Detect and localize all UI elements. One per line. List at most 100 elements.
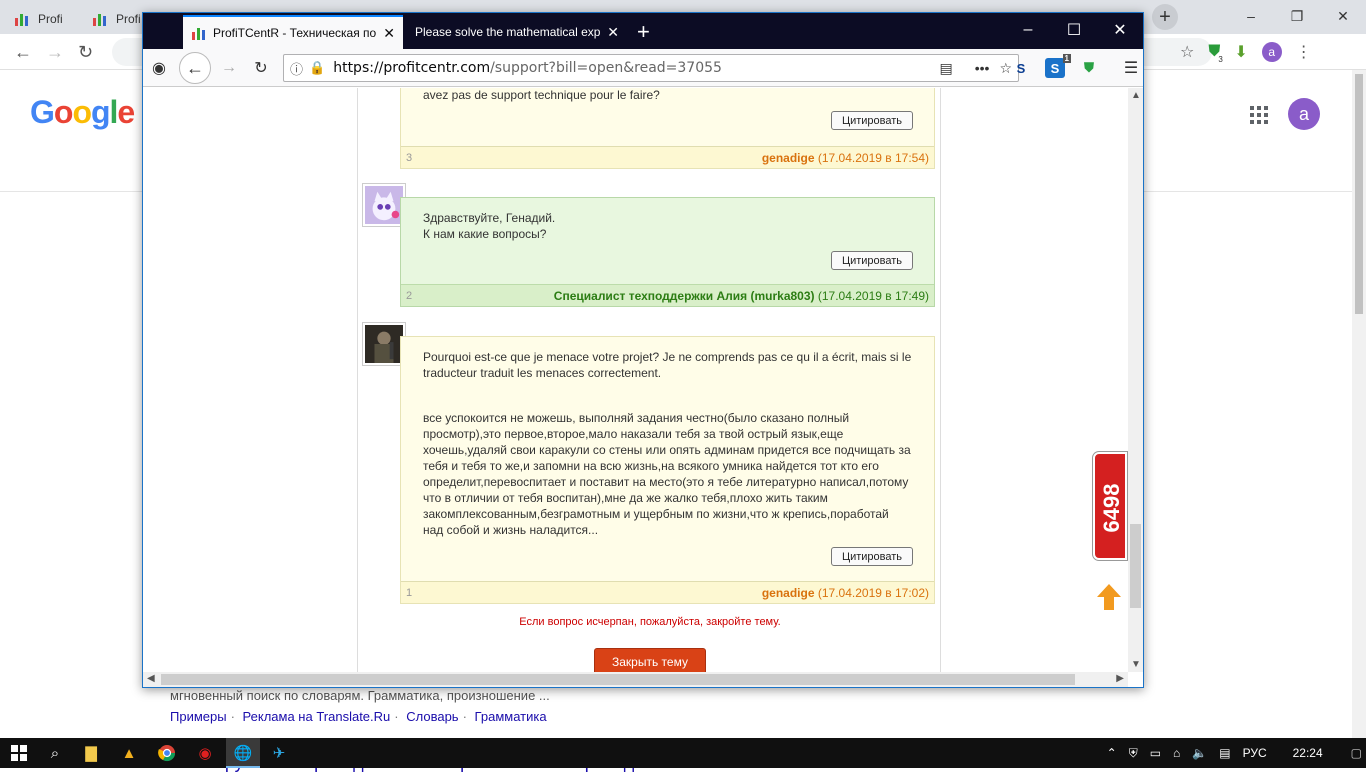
shield-check-icon[interactable]: ⛊	[1079, 58, 1099, 78]
chrome-profile-avatar[interactable]: a	[1261, 42, 1282, 62]
maximize-button[interactable]: ☐	[1051, 13, 1097, 47]
search-icon[interactable]: ⌕	[44, 742, 66, 764]
input-language[interactable]: РУС	[1243, 746, 1267, 760]
cat-avatar-icon	[365, 186, 403, 224]
chrome-window-controls: – ❐ ✕	[1228, 0, 1366, 32]
volume-icon[interactable]: 🔈	[1192, 746, 1207, 760]
file-explorer-icon[interactable]: ▇	[80, 742, 102, 764]
reload-icon[interactable]: ↻	[78, 42, 93, 63]
info-icon[interactable]: ⓘ	[290, 59, 303, 78]
firefox-window-controls: – ☐ ✕	[1005, 13, 1143, 47]
quote-button[interactable]: Цитировать	[831, 111, 913, 130]
chrome-tab[interactable]: Profi	[0, 4, 78, 34]
horizontal-scrollbar[interactable]: ◀ ▶	[143, 672, 1128, 687]
app-triangle-icon[interactable]: ▲	[118, 742, 140, 764]
google-logo[interactable]: Google	[30, 94, 135, 131]
sitelink[interactable]: Грамматика	[475, 709, 547, 724]
lock-icon[interactable]: 🔒	[309, 60, 325, 76]
vertical-scrollbar[interactable]: ▲ ▼	[1128, 88, 1143, 672]
message-date: (17.04.2019 в 17:49)	[817, 288, 929, 303]
author-name[interactable]: genadige	[762, 586, 815, 600]
hamburger-menu-icon[interactable]: ☰	[1121, 58, 1141, 78]
scroll-left-arrow-icon[interactable]: ◀	[147, 673, 155, 684]
chrome-scrollbar[interactable]	[1352, 70, 1366, 738]
forward-arrow-icon[interactable]: →	[217, 56, 241, 80]
message-3: avez pas de support technique pour le fa…	[400, 88, 935, 169]
sitelink[interactable]: Примеры	[170, 709, 227, 724]
clock[interactable]: 22:24	[1293, 746, 1323, 760]
close-icon[interactable]: ✕	[607, 24, 619, 41]
page-actions-icon[interactable]: •••	[975, 60, 990, 76]
tab-title: Please solve the mathematical expr	[415, 25, 602, 39]
windows-start-icon[interactable]	[8, 742, 30, 764]
chrome-tab-title: Profi	[116, 12, 141, 26]
shield-extension-icon[interactable]: ⛊ 3	[1208, 43, 1223, 64]
s-badge-extension-icon[interactable]: S1	[1045, 54, 1071, 78]
new-tab-button[interactable]: +	[637, 19, 650, 45]
extension-badge: 3	[1218, 55, 1223, 64]
url-bar[interactable]: ⓘ 🔒 https://profitcentr.com/support?bill…	[283, 54, 1019, 82]
apps-grid-icon[interactable]	[1250, 106, 1268, 124]
reader-view-icon[interactable]: ▤	[939, 60, 952, 77]
close-button[interactable]: ✕	[1320, 0, 1366, 32]
network-icon[interactable]: ⌂	[1173, 746, 1180, 760]
firefox-navbar: ◉ ← → ↻ ⓘ 🔒 https://profitcentr.com/supp…	[143, 49, 1143, 87]
quote-button[interactable]: Цитировать	[831, 251, 913, 270]
tab-title: ProfiTCentR - Техническая по	[213, 26, 377, 40]
firefox-tab[interactable]: Please solve the mathematical expr ✕	[407, 15, 627, 49]
url-text[interactable]: https://profitcentr.com/support?bill=ope…	[333, 60, 929, 76]
reload-icon[interactable]: ↻	[249, 56, 273, 80]
chevron-up-icon[interactable]: ⌃	[1107, 746, 1117, 760]
quote-button[interactable]: Цитировать	[831, 547, 913, 566]
forward-arrow-icon[interactable]: →	[46, 42, 64, 63]
soldier-avatar-icon	[365, 325, 403, 363]
close-topic-button[interactable]: Закрыть тему	[594, 648, 706, 672]
firefox-extensions: S S1 ⛊ ☰	[1011, 54, 1141, 78]
firefox-tab-active[interactable]: ProfiTCentR - Техническая по ✕	[183, 15, 403, 49]
message-icon[interactable]: ▤	[1219, 746, 1230, 760]
download-extension-icon[interactable]: ⬇	[1234, 42, 1247, 62]
system-tray: ⌃ ⛨ ▭ ⌂ 🔈 ▤ РУС 22:24 ▢	[1101, 738, 1366, 768]
sidebar-toggle-icon[interactable]: ◉	[147, 56, 171, 80]
s-extension-icon[interactable]: S	[1011, 58, 1031, 78]
kebab-menu-icon[interactable]: ⋮	[1296, 42, 1312, 62]
back-arrow-icon[interactable]: ←	[14, 42, 32, 63]
author-name[interactable]: genadige	[762, 151, 815, 165]
sitelink[interactable]: Реклама на Translate.Ru	[243, 709, 391, 724]
restore-button[interactable]: ❐	[1274, 0, 1320, 32]
close-button[interactable]: ✕	[1097, 13, 1143, 47]
scroll-right-arrow-icon[interactable]: ▶	[1116, 673, 1124, 684]
bar-chart-icon	[93, 14, 106, 26]
message-date: (17.04.2019 в 17:02)	[817, 585, 929, 600]
star-icon[interactable]: ☆	[1180, 42, 1194, 62]
telegram-icon[interactable]: ✈	[268, 742, 290, 764]
author-name[interactable]: Специалист техподдержки Алия (murka803)	[554, 289, 815, 303]
message-2: Здравствуйте, Генадий. К нам какие вопро…	[400, 197, 935, 307]
opera-icon[interactable]: ◉	[194, 742, 216, 764]
message-number: 3	[406, 151, 413, 164]
message-footer: 2 Специалист техподдержки Алия (murka803…	[401, 284, 934, 306]
chrome-tab[interactable]: Profi	[78, 4, 142, 34]
scrollbar-thumb[interactable]	[1130, 524, 1141, 608]
chrome-taskbar-icon[interactable]	[156, 742, 178, 764]
message-text: avez pas de support technique pour le fa…	[423, 88, 660, 102]
battery-icon[interactable]: ▭	[1150, 746, 1161, 760]
sitelink[interactable]: Словарь	[406, 709, 458, 724]
notification-icon[interactable]: ▢	[1351, 746, 1362, 760]
chrome-new-tab-button[interactable]: +	[1152, 4, 1178, 30]
message-1: Pourquoi est-ce que je menace votre proj…	[400, 336, 935, 604]
shield-tray-icon[interactable]: ⛨	[1129, 746, 1138, 761]
minimize-button[interactable]: –	[1228, 0, 1274, 32]
google-account-avatar[interactable]: a	[1288, 98, 1320, 130]
message-number: 1	[406, 586, 413, 599]
scroll-down-arrow-icon[interactable]: ▼	[1131, 659, 1141, 670]
minimize-button[interactable]: –	[1005, 13, 1051, 47]
scroll-up-arrow-icon[interactable]: ▲	[1131, 90, 1141, 101]
scrollbar-thumb[interactable]	[161, 674, 1075, 685]
back-arrow-icon[interactable]: ←	[179, 52, 211, 84]
message-number: 2	[406, 289, 413, 302]
globe-icon[interactable]: 🌐	[232, 742, 254, 764]
counter-badge[interactable]: 6498	[1093, 452, 1127, 560]
close-icon[interactable]: ✕	[383, 25, 395, 42]
scroll-to-top-icon[interactable]	[1097, 584, 1121, 610]
